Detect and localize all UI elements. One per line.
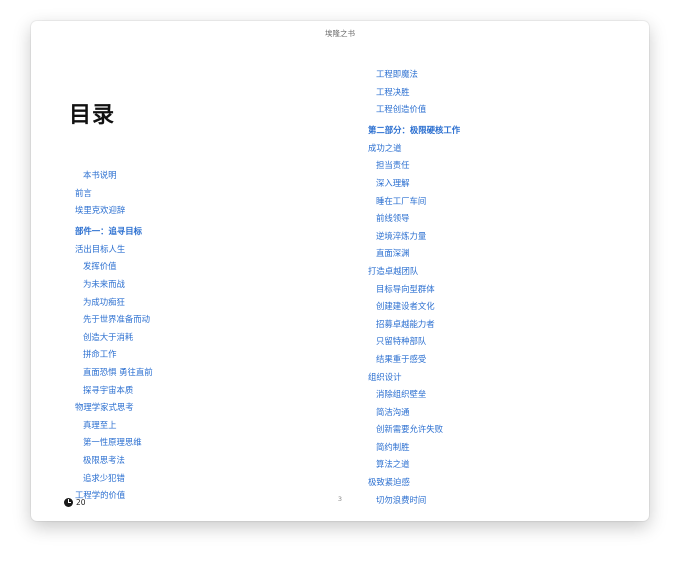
- toc-item[interactable]: 拼命工作: [75, 346, 153, 364]
- toc-item[interactable]: 直面恐惧 勇往直前: [75, 364, 153, 382]
- toc-item[interactable]: 前线领导: [368, 210, 460, 228]
- toc-list-right: 工程即魔法 工程决胜 工程创造价值 第二部分：极限硬核工作 成功之道 担当责任 深入理解 睡在…: [368, 66, 460, 509]
- toc-item[interactable]: 探寻宇宙本质: [75, 382, 153, 400]
- toc-item[interactable]: 简约制胜: [368, 439, 460, 457]
- toc-item[interactable]: 消除组织壁垒: [368, 386, 460, 404]
- toc-item[interactable]: 追求少犯错: [75, 470, 153, 488]
- toc-item[interactable]: 先于世界准备而动: [75, 311, 153, 329]
- toc-heading: 目录: [69, 103, 116, 128]
- toc-item[interactable]: 极限思考法: [75, 452, 153, 470]
- toc-item[interactable]: 创造大于消耗: [75, 329, 153, 347]
- toc-item[interactable]: 组织设计: [368, 369, 460, 387]
- toc-item[interactable]: 为未来而战: [75, 276, 153, 294]
- toc-item[interactable]: 招募卓越能力者: [368, 316, 460, 334]
- toc-item[interactable]: 为成功痴狂: [75, 294, 153, 312]
- toc-item[interactable]: 工程决胜: [368, 84, 460, 102]
- toc-list-left: 本书说明 前言 埃里克欢迎辞 部件一：追寻目标 活出目标人生 发挥价值 为未来而战 为成功痴狂…: [75, 167, 153, 505]
- toc-item[interactable]: 活出目标人生: [75, 241, 153, 259]
- toc-item[interactable]: 埃里克欢迎辞: [75, 202, 153, 220]
- toc-item[interactable]: 结果重于感受: [368, 351, 460, 369]
- reader-window: 埃隆之书 目录 本书说明 前言 埃里克欢迎辞 部件一：追寻目标 活出目标人生 发挥价值 为未…: [31, 21, 649, 521]
- page-number: 3: [337, 495, 343, 503]
- toc-item[interactable]: 打造卓越团队: [368, 263, 460, 281]
- toc-item[interactable]: 创建建设者文化: [368, 298, 460, 316]
- toc-part-heading[interactable]: 第二部分：极限硬核工作: [368, 121, 460, 140]
- toc-item[interactable]: 工程创造价值: [368, 101, 460, 119]
- toc-item[interactable]: 第一性原理思维: [75, 434, 153, 452]
- toc-item[interactable]: 逆境淬炼力量: [368, 228, 460, 246]
- toc-item[interactable]: 深入理解: [368, 175, 460, 193]
- toc-item[interactable]: 前言: [75, 185, 153, 203]
- toc-item[interactable]: 直面深渊: [368, 245, 460, 263]
- toc-item[interactable]: 本书说明: [75, 167, 153, 185]
- toc-item[interactable]: 工程即魔法: [368, 66, 460, 84]
- toc-item[interactable]: 算法之道: [368, 456, 460, 474]
- toc-item[interactable]: 睡在工厂车间: [368, 193, 460, 211]
- toc-item[interactable]: 创新需要允许失败: [368, 421, 460, 439]
- toc-item[interactable]: 担当责任: [368, 157, 460, 175]
- toc-item[interactable]: 只留特种部队: [368, 333, 460, 351]
- toc-part-heading[interactable]: 部件一：追寻目标: [75, 222, 153, 241]
- toc-item[interactable]: 极致紧迫感: [368, 474, 460, 492]
- toc-item[interactable]: 发挥价值: [75, 258, 153, 276]
- toc-item[interactable]: 简洁沟通: [368, 404, 460, 422]
- window-title: 埃隆之书: [325, 29, 355, 38]
- toc-item[interactable]: 目标导向型群体: [368, 281, 460, 299]
- toc-item[interactable]: 成功之道: [368, 140, 460, 158]
- toc-item[interactable]: 真理至上: [75, 417, 153, 435]
- toc-item[interactable]: 物理学家式思考: [75, 399, 153, 417]
